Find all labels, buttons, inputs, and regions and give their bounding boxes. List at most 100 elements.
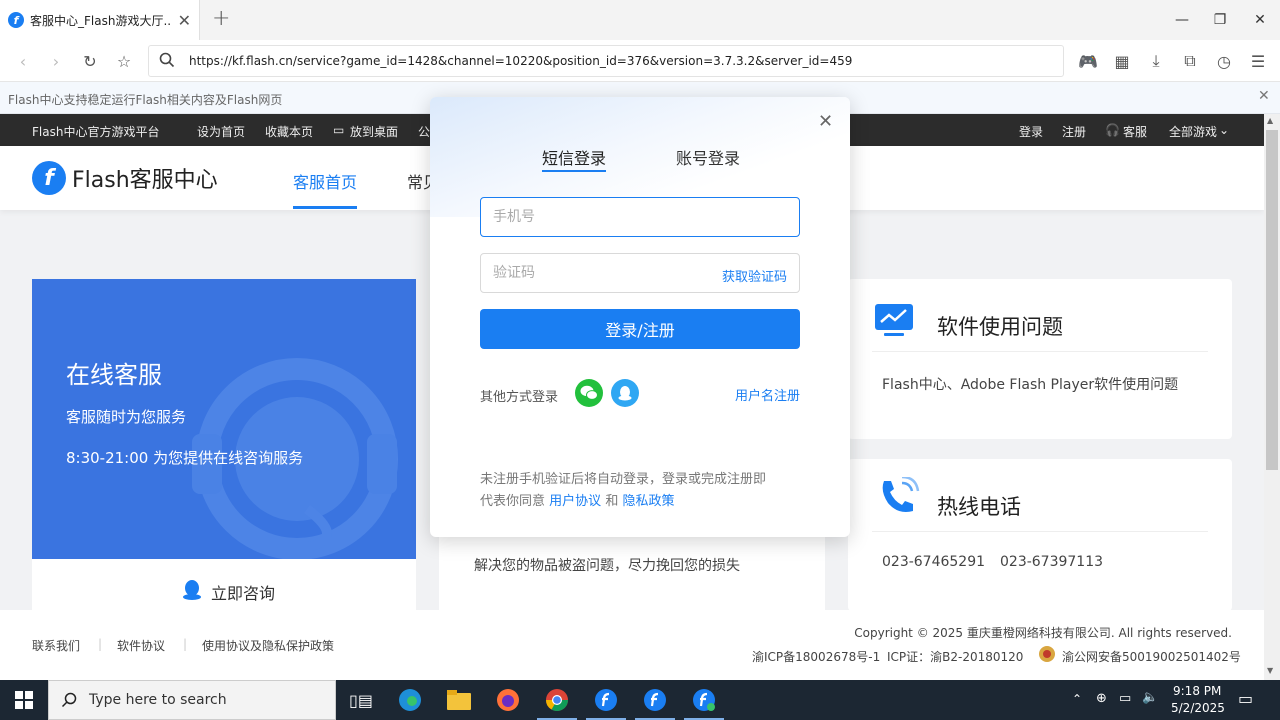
online-line2: 8:30-21:00 为您提供在线咨询服务 <box>66 449 304 467</box>
footer-contact-link[interactable]: 联系我们 <box>32 637 80 654</box>
windows-taskbar: Type here to search ▯▤ ⌃ ⊕ ▭ 🔈 9:18 PM 5… <box>0 680 1280 720</box>
set-home-link[interactable]: 设为首页 <box>197 123 245 140</box>
flash-app-icon[interactable] <box>594 688 618 712</box>
footer-agreement-link[interactable]: 软件协议 <box>117 637 165 654</box>
chrome-icon[interactable] <box>545 688 569 712</box>
info-bar-close-icon[interactable]: ✕ <box>1258 88 1270 104</box>
user-agreement-link[interactable]: 用户协议 <box>549 494 601 509</box>
firefox-icon[interactable] <box>496 688 520 712</box>
new-tab-button[interactable]: + <box>212 6 230 31</box>
notification-icon[interactable]: ▭ <box>1238 689 1253 708</box>
footer-privacy-link[interactable]: 使用协议及隐私保护政策 <box>202 637 334 654</box>
network-icon[interactable]: ⊕ <box>1096 691 1107 706</box>
brand-logo[interactable]: f Flash客服中心 <box>32 161 218 195</box>
refresh-icon[interactable]: ↻ <box>79 50 101 72</box>
bookmark-link[interactable]: 收藏本页 <box>265 123 313 140</box>
flash-brand-icon: f <box>32 161 66 195</box>
code-field[interactable]: 获取验证码 <box>480 253 800 293</box>
footer-icp[interactable]: 渝ICP备18002678号-1 <box>752 648 880 665</box>
volume-icon[interactable]: 🔈 <box>1142 690 1158 705</box>
register-link[interactable]: 注册 <box>1062 123 1086 140</box>
software-desc: Flash中心、Adobe Flash Player软件使用问题 <box>882 377 1179 393</box>
desktop-link[interactable]: 放到桌面 <box>350 123 398 140</box>
flash-app-icon[interactable] <box>692 688 716 712</box>
privacy-policy-link[interactable]: 隐私政策 <box>622 494 674 509</box>
windows-start-icon[interactable] <box>12 688 36 712</box>
terms-prefix: 代表你同意 <box>480 494 546 509</box>
battery-icon[interactable]: ▭ <box>1119 691 1131 706</box>
footer-copyright: Copyright © 2025 重庆重橙网络科技有限公司. All right… <box>854 626 1232 640</box>
task-view-icon[interactable]: ▯▤ <box>349 688 373 712</box>
tab-account-login[interactable]: 账号登录 <box>676 145 740 169</box>
software-title: 软件使用问题 <box>937 315 1063 339</box>
tray-chevron-icon[interactable]: ⌃ <box>1072 692 1082 706</box>
login-register-button[interactable]: 登录/注册 <box>480 309 800 349</box>
minimize-icon[interactable]: — <box>1162 0 1202 40</box>
back-icon[interactable]: ‹ <box>12 50 34 72</box>
software-issue-card[interactable]: 软件使用问题 Flash中心、Adobe Flash Player软件使用问题 <box>848 279 1232 439</box>
hotline-divider <box>872 531 1208 532</box>
service-link[interactable]: 客服 <box>1123 123 1147 140</box>
nav-active-underline <box>293 206 357 209</box>
consult-button[interactable]: 立即咨询 <box>32 559 416 611</box>
nav-home[interactable]: 客服首页 <box>293 169 357 193</box>
tab-sms-login[interactable]: 短信登录 <box>542 145 606 169</box>
phone-icon <box>882 477 920 512</box>
hotline-phone-1: 023-67465291 <box>882 554 986 570</box>
all-games-link[interactable]: 全部游戏 <box>1169 123 1217 140</box>
maximize-icon[interactable]: ❐ <box>1200 0 1240 40</box>
info-bar-text: Flash中心支持稳定运行Flash相关内容及Flash网页 <box>8 93 283 107</box>
file-explorer-icon[interactable] <box>447 688 471 712</box>
online-line1: 客服随时为您服务 <box>66 408 187 426</box>
tab-close-icon[interactable]: ✕ <box>178 11 191 30</box>
platform-link[interactable]: Flash中心官方游戏平台 <box>32 123 159 140</box>
browser-tab[interactable]: f 客服中心_Flash游戏大厅.. ✕ <box>0 0 200 40</box>
brand-name: Flash客服中心 <box>72 168 218 193</box>
login-link[interactable]: 登录 <box>1019 123 1043 140</box>
monitor-icon: ▭ <box>333 123 345 137</box>
menu-icon[interactable]: ☰ <box>1247 50 1269 72</box>
online-title: 在线客服 <box>66 361 162 389</box>
taskbar-search-box[interactable]: Type here to search <box>48 680 336 720</box>
history-icon[interactable]: ◷ <box>1213 50 1235 72</box>
qq-login-icon[interactable] <box>611 379 639 407</box>
terms-line-1: 未注册手机验证后将自动登录，登录或完成注册即 <box>480 472 767 487</box>
taskbar-search-text: Type here to search <box>89 692 227 708</box>
get-code-button[interactable]: 获取验证码 <box>722 266 787 285</box>
footer-police[interactable]: 渝公网安备50019002501402号 <box>1062 648 1241 665</box>
theft-desc: 解决您的物品被盗问题，尽力挽回您的损失 <box>474 558 740 574</box>
flash-app-icon[interactable] <box>643 688 667 712</box>
site-footer: 联系我们 | 软件协议 | 使用协议及隐私保护政策 Copyright © 20… <box>0 610 1264 680</box>
phone-input[interactable] <box>481 198 799 236</box>
modal-close-icon[interactable]: ✕ <box>818 111 833 132</box>
phone-field[interactable] <box>480 197 800 237</box>
police-badge-icon <box>1038 645 1056 666</box>
wechat-icon[interactable] <box>575 379 603 407</box>
partial-link[interactable]: 公 <box>418 123 430 140</box>
search-icon <box>159 52 175 72</box>
clock-time[interactable]: 9:18 PM <box>1173 684 1221 698</box>
clock-date[interactable]: 5/2/2025 <box>1171 701 1225 715</box>
game-controller-icon[interactable]: 🎮 <box>1077 50 1099 72</box>
share-icon[interactable]: ⧉ <box>1179 50 1201 72</box>
url-text: https://kf.flash.cn/service?game_id=1428… <box>189 54 853 68</box>
extensions-icon[interactable]: ▦ <box>1111 50 1133 72</box>
scrollbar-thumb[interactable] <box>1266 130 1278 470</box>
footer-separator: | <box>183 637 188 651</box>
scroll-up-icon[interactable]: ▲ <box>1267 116 1273 125</box>
consult-label: 立即咨询 <box>211 584 276 603</box>
address-bar: ‹ › ↻ ☆ https://kf.flash.cn/service?game… <box>0 40 1280 82</box>
forward-icon[interactable]: › <box>45 50 67 72</box>
star-icon[interactable]: ☆ <box>113 50 135 72</box>
qq-icon <box>182 579 202 606</box>
chevron-down-icon: ⌄ <box>1219 123 1230 137</box>
headset-icon: 🎧 <box>1105 123 1120 137</box>
scroll-down-icon[interactable]: ▼ <box>1267 666 1273 675</box>
hotline-phone-2: 023-67397113 <box>1000 554 1104 570</box>
window-close-icon[interactable]: ✕ <box>1240 0 1280 40</box>
hotline-card: 热线电话 023-67465291 023-67397113 <box>848 459 1232 611</box>
username-register-link[interactable]: 用户名注册 <box>735 385 800 404</box>
url-field[interactable]: https://kf.flash.cn/service?game_id=1428… <box>148 45 1064 77</box>
edge-icon[interactable] <box>398 688 422 712</box>
download-icon[interactable]: ⤓ <box>1145 50 1167 72</box>
